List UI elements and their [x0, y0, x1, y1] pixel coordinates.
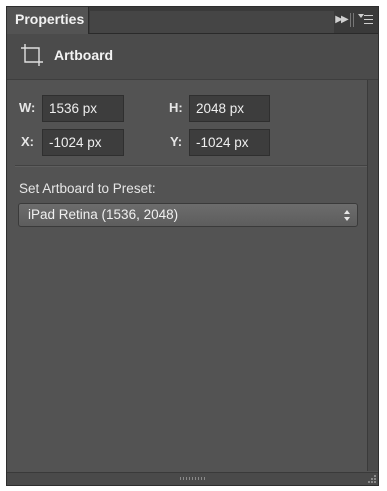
x-label: X:	[21, 134, 34, 149]
tab-bar-empty-area	[90, 11, 334, 33]
header-title: Artboard	[54, 47, 114, 63]
panel-resize-handle[interactable]	[179, 477, 206, 480]
width-label: W:	[19, 100, 36, 115]
vertical-scrollbar[interactable]	[367, 80, 378, 471]
properties-panel: Properties ▶▶ Artboard W: 1536 px H: 204…	[6, 6, 379, 486]
select-arrows-icon	[344, 210, 350, 221]
double-chevron-right-icon: ▶▶	[335, 14, 348, 25]
height-field[interactable]: 2048 px	[189, 95, 270, 122]
preset-label: Set Artboard to Preset:	[19, 181, 156, 196]
collapse-panel-button[interactable]: ▶▶	[334, 13, 348, 27]
artboard-icon	[21, 44, 43, 66]
properties-header: Artboard	[7, 34, 378, 80]
width-field[interactable]: 1536 px	[42, 95, 124, 122]
y-label: Y:	[170, 134, 183, 149]
preset-select[interactable]: iPad Retina (1536, 2048)	[18, 203, 358, 227]
preset-selected-value: iPad Retina (1536, 2048)	[28, 207, 179, 222]
height-label: H:	[169, 100, 183, 115]
x-field[interactable]: -1024 px	[42, 129, 124, 156]
panel-frame: Properties ▶▶ Artboard W: 1536 px H: 204…	[0, 0, 387, 491]
panel-tab-bar: Properties ▶▶	[7, 7, 378, 34]
y-field[interactable]: -1024 px	[189, 129, 270, 156]
panel-bottom-bar	[7, 472, 378, 485]
panel-grip-divider[interactable]	[350, 13, 354, 27]
tab-properties[interactable]: Properties	[7, 7, 89, 34]
section-divider	[15, 165, 370, 167]
resize-corner-icon[interactable]	[367, 474, 376, 483]
properties-body: W: 1536 px H: 2048 px X: -1024 px Y: -10…	[7, 80, 378, 485]
panel-menu-button[interactable]	[358, 12, 374, 28]
